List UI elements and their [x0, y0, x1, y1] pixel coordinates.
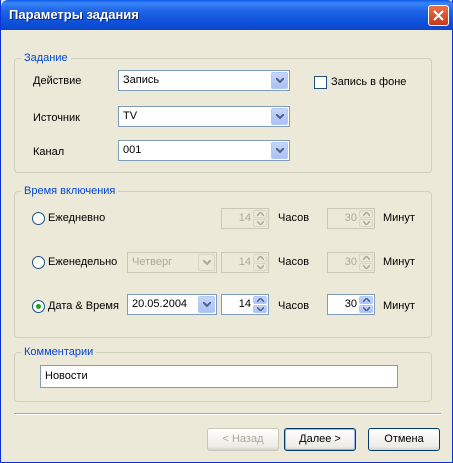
date-dropdown-button[interactable] — [198, 296, 215, 313]
daily-hours-value: 14 — [238, 212, 251, 224]
daily-minutes-spinner[interactable]: 30 — [327, 208, 375, 229]
action-combobox[interactable]: Запись — [118, 70, 290, 91]
radio-selected-dot — [36, 304, 41, 309]
datetime-minutes-value: 30 — [344, 298, 357, 310]
chevron-down-icon — [276, 114, 284, 119]
spin-up-button[interactable] — [359, 210, 373, 218]
date-picker[interactable]: 20.05.2004 — [127, 294, 217, 315]
source-label: Источник — [33, 112, 80, 124]
weekly-hours-spin-buttons[interactable] — [253, 254, 267, 271]
datetime-radio[interactable] — [32, 300, 45, 313]
background-record-checkbox[interactable] — [314, 76, 327, 89]
chevron-down-icon — [363, 265, 370, 269]
channel-value: 001 — [123, 144, 142, 156]
source-value: TV — [123, 110, 138, 122]
channel-dropdown-button[interactable] — [271, 142, 288, 159]
action-dropdown-button[interactable] — [271, 72, 288, 89]
action-label: Действие — [33, 75, 82, 87]
schedule-legend: Время включения — [21, 185, 119, 197]
comments-value: Новости — [45, 370, 88, 382]
date-value: 20.05.2004 — [132, 298, 188, 310]
datetime-minutes-spinner[interactable]: 30 — [327, 294, 375, 315]
bottom-separator — [14, 413, 441, 415]
weekly-minutes-spin-buttons[interactable] — [359, 254, 373, 271]
next-button[interactable]: Далее > — [284, 428, 356, 451]
spin-down-button[interactable] — [359, 263, 373, 271]
weekly-minutes-label: Минут — [383, 256, 415, 268]
spin-down-button[interactable] — [359, 305, 373, 313]
dialog-window: Параметры задания Задание Действие Запис… — [0, 0, 453, 463]
daily-hours-spin-buttons[interactable] — [253, 210, 267, 227]
weekly-minutes-value: 30 — [344, 256, 357, 268]
weekly-hours-label: Часов — [278, 256, 310, 268]
spin-down-button[interactable] — [253, 219, 267, 227]
daily-hours-label: Часов — [278, 212, 310, 224]
background-record-label[interactable]: Запись в фоне — [331, 76, 406, 88]
close-button[interactable] — [428, 5, 449, 26]
weekly-minutes-spinner[interactable]: 30 — [327, 252, 375, 273]
daily-minutes-label: Минут — [383, 212, 415, 224]
weekday-dropdown-button[interactable] — [198, 254, 215, 271]
datetime-minutes-spin-buttons[interactable] — [359, 296, 373, 313]
datetime-minutes-label: Минут — [383, 300, 415, 312]
chevron-down-icon — [257, 265, 264, 269]
weekday-combobox[interactable]: Четверг — [127, 252, 217, 273]
spin-down-button[interactable] — [253, 263, 267, 271]
spin-up-button[interactable] — [359, 296, 373, 304]
spin-down-button[interactable] — [253, 305, 267, 313]
daily-minutes-spin-buttons[interactable] — [359, 210, 373, 227]
weekly-hours-value: 14 — [238, 256, 251, 268]
chevron-down-icon — [363, 307, 370, 311]
daily-minutes-value: 30 — [344, 212, 357, 224]
weekday-value: Четверг — [132, 256, 173, 268]
action-value: Запись — [123, 74, 160, 86]
chevron-down-icon — [203, 302, 211, 307]
spin-up-button[interactable] — [253, 210, 267, 218]
daily-label[interactable]: Ежедневно — [48, 212, 105, 224]
comments-input[interactable]: Новости — [40, 365, 398, 388]
datetime-label[interactable]: Дата & Время — [48, 300, 119, 312]
cancel-button[interactable]: Отмена — [368, 428, 440, 451]
chevron-up-icon — [363, 212, 370, 216]
title-bar[interactable]: Параметры задания — [1, 0, 453, 30]
chevron-down-icon — [257, 307, 264, 311]
weekly-label[interactable]: Еженедельно — [48, 256, 117, 268]
chevron-up-icon — [257, 256, 264, 260]
spin-up-button[interactable] — [253, 296, 267, 304]
chevron-down-icon — [257, 221, 264, 225]
task-legend: Задание — [21, 52, 71, 64]
chevron-down-icon — [203, 260, 211, 265]
datetime-hours-label: Часов — [278, 300, 310, 312]
datetime-hours-value: 14 — [238, 298, 251, 310]
close-icon — [433, 10, 444, 21]
chevron-up-icon — [363, 298, 370, 302]
chevron-down-icon — [363, 221, 370, 225]
spin-down-button[interactable] — [359, 219, 373, 227]
chevron-up-icon — [257, 298, 264, 302]
datetime-hours-spinner[interactable]: 14 — [221, 294, 269, 315]
weekly-radio[interactable] — [32, 256, 45, 269]
channel-combobox[interactable]: 001 — [118, 140, 290, 161]
spin-up-button[interactable] — [359, 254, 373, 262]
chevron-down-icon — [276, 148, 284, 153]
source-combobox[interactable]: TV — [118, 106, 290, 127]
channel-label: Канал — [33, 146, 65, 158]
daily-radio[interactable] — [32, 212, 45, 225]
datetime-hours-spin-buttons[interactable] — [253, 296, 267, 313]
window-title: Параметры задания — [9, 7, 139, 22]
comments-legend: Комментарии — [21, 346, 97, 358]
source-dropdown-button[interactable] — [271, 108, 288, 125]
chevron-up-icon — [363, 256, 370, 260]
back-button[interactable]: < Назад — [207, 428, 279, 451]
daily-hours-spinner[interactable]: 14 — [221, 208, 269, 229]
spin-up-button[interactable] — [253, 254, 267, 262]
weekly-hours-spinner[interactable]: 14 — [221, 252, 269, 273]
chevron-down-icon — [276, 78, 284, 83]
chevron-up-icon — [257, 212, 264, 216]
